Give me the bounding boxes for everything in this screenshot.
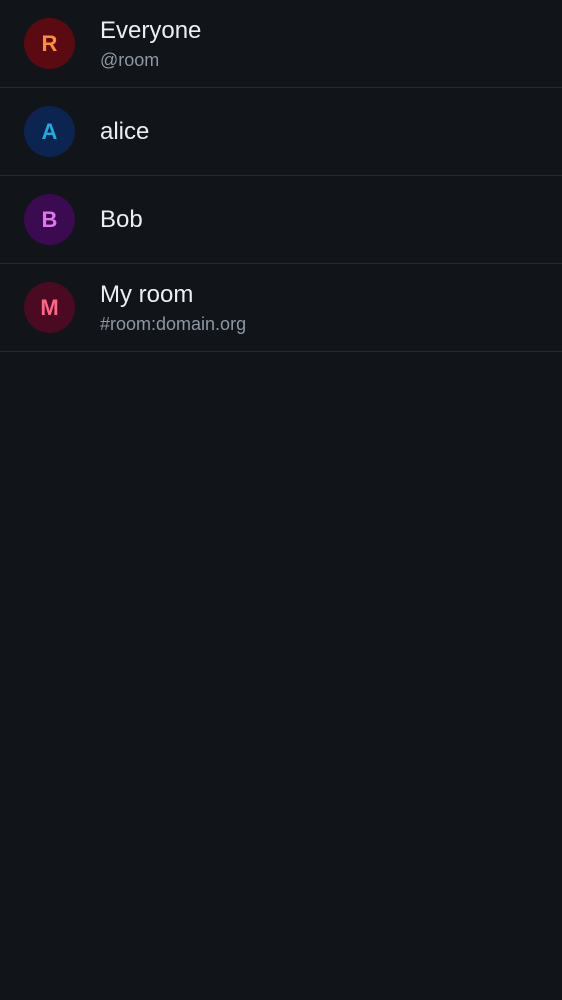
mention-name: Everyone <box>100 16 202 44</box>
mention-item-everyone[interactable]: R Everyone @room <box>0 0 562 88</box>
avatar: R <box>24 18 75 69</box>
mention-item-bob[interactable]: B Bob <box>0 176 562 264</box>
mention-texts: Bob <box>100 206 143 234</box>
mention-item-my-room[interactable]: M My room #room:domain.org <box>0 264 562 352</box>
avatar: B <box>24 194 75 245</box>
mention-name: alice <box>100 117 150 145</box>
mention-subtitle: @room <box>100 49 160 70</box>
avatar: A <box>24 106 75 157</box>
avatar-initial: A <box>41 118 58 144</box>
mention-name: My room <box>100 280 194 308</box>
avatar: M <box>24 282 75 333</box>
mention-texts: My room #room:domain.org <box>100 281 246 335</box>
avatar-initial: R <box>41 30 58 56</box>
mention-texts: Everyone @room <box>100 17 201 71</box>
empty-background <box>0 352 562 1000</box>
avatar-initial: M <box>40 294 59 320</box>
mention-suggestion-list: R Everyone @room A alice B Bob M My room <box>0 0 562 352</box>
mention-subtitle: #room:domain.org <box>100 313 247 334</box>
mention-texts: alice <box>100 118 149 146</box>
mention-name: Bob <box>100 205 143 233</box>
mention-item-alice[interactable]: A alice <box>0 88 562 176</box>
avatar-initial: B <box>41 206 58 232</box>
